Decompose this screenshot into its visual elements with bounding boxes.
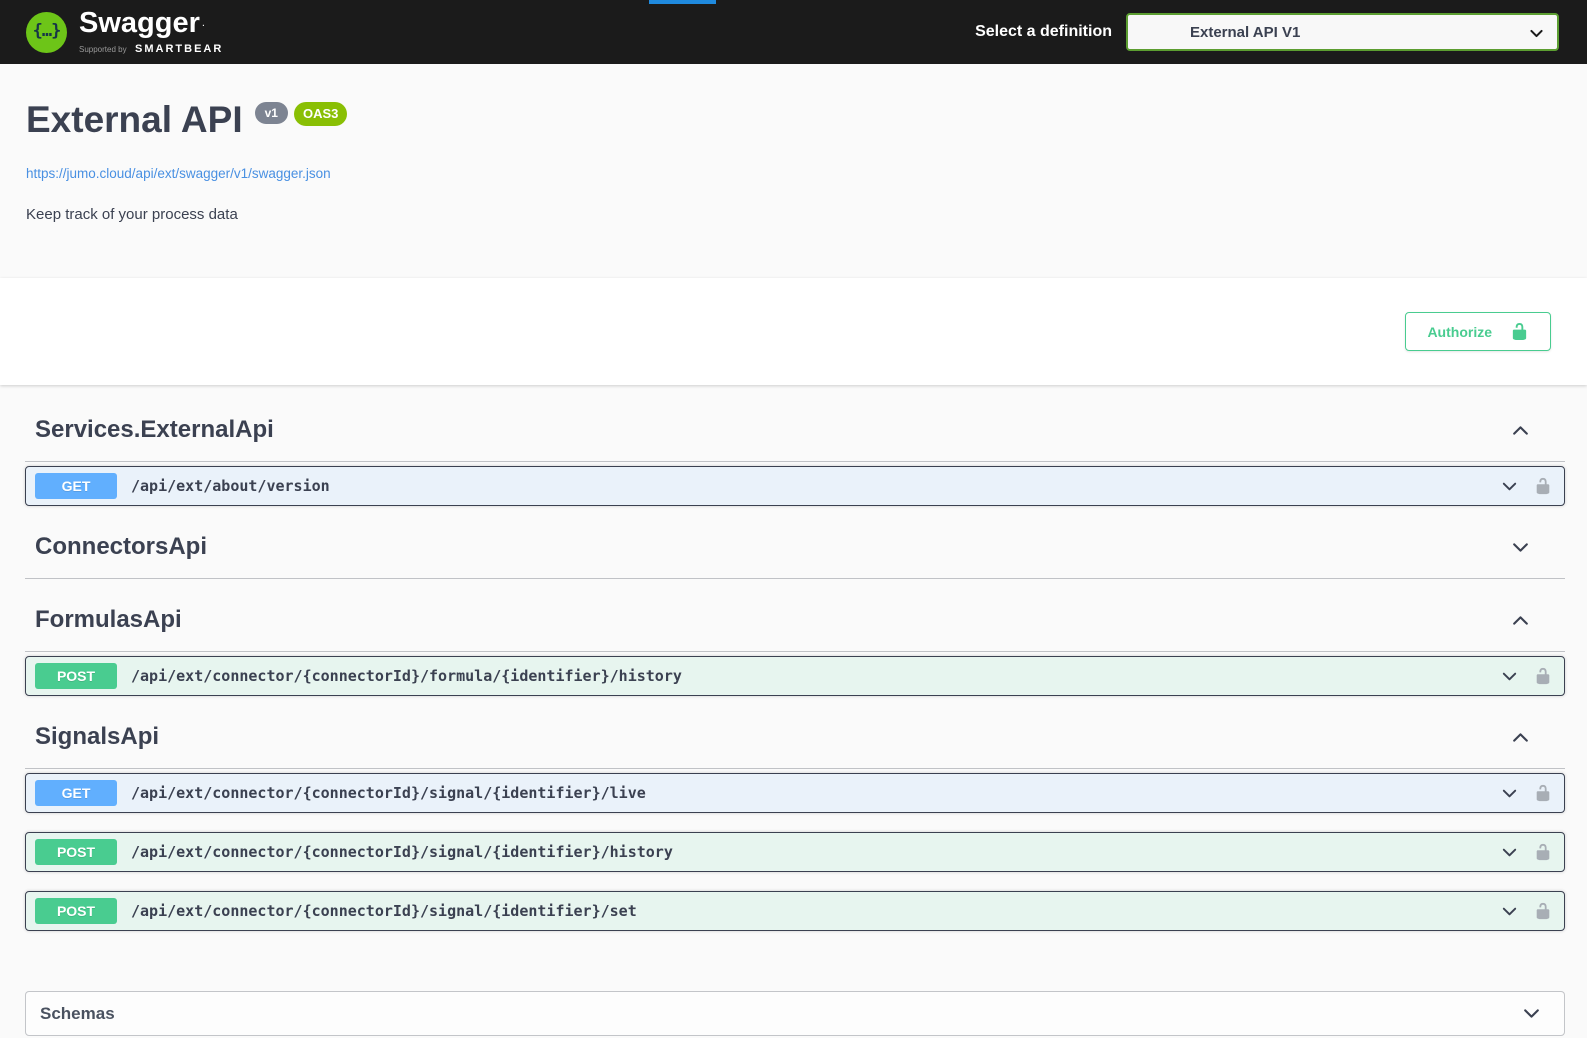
operation-path: /api/ext/about/version — [131, 477, 330, 495]
unlocked-padlock-icon[interactable] — [1534, 477, 1552, 495]
oas3-badge: OAS3 — [294, 102, 347, 126]
chevron-down-icon — [1521, 1003, 1542, 1024]
section-expand-button[interactable] — [1510, 537, 1531, 558]
api-section-header[interactable]: FormulasApi — [25, 593, 1565, 652]
operation-row[interactable]: POST /api/ext/connector/{connectorId}/si… — [25, 832, 1565, 872]
authorize-button-label: Authorize — [1427, 324, 1492, 340]
authorize-button[interactable]: Authorize — [1405, 312, 1551, 351]
chevron-down-icon[interactable] — [1500, 843, 1519, 862]
swagger-logo[interactable]: {…} Swagger. Supported by SMARTBEAR — [26, 8, 223, 57]
version-badge: v1 — [255, 102, 288, 124]
chevron-down-icon — [1510, 537, 1531, 558]
unlocked-padlock-icon[interactable] — [1534, 667, 1552, 685]
operation-path: /api/ext/connector/{connectorId}/signal/… — [131, 843, 673, 861]
chevron-up-icon — [1510, 420, 1531, 441]
page-title: External API — [26, 98, 243, 142]
swagger-logo-icon: {…} — [26, 12, 67, 53]
api-section: Services.ExternalApi GET /api/ext/about/… — [25, 403, 1565, 506]
chevron-down-icon[interactable] — [1500, 667, 1519, 686]
api-description: Keep track of your process data — [26, 206, 1561, 223]
chevron-down-icon[interactable] — [1500, 477, 1519, 496]
method-badge: GET — [35, 780, 117, 806]
api-section: SignalsApi GET /api/ext/connector/{conne… — [25, 710, 1565, 931]
unlocked-padlock-icon[interactable] — [1534, 784, 1552, 802]
method-badge: POST — [35, 663, 117, 689]
api-section: FormulasApi POST /api/ext/connector/{con… — [25, 593, 1565, 696]
operation-path: /api/ext/connector/{connectorId}/formula… — [131, 667, 682, 685]
section-expand-button[interactable] — [1510, 727, 1531, 748]
brand-name: Swagger — [79, 7, 200, 39]
operation-path: /api/ext/connector/{connectorId}/signal/… — [131, 784, 646, 802]
api-section-title: FormulasApi — [35, 605, 182, 635]
operation-row[interactable]: POST /api/ext/connector/{connectorId}/si… — [25, 891, 1565, 931]
top-blue-bar — [649, 0, 716, 4]
chevron-down-icon[interactable] — [1500, 784, 1519, 803]
api-section: ConnectorsApi — [25, 520, 1565, 579]
section-expand-button[interactable] — [1510, 420, 1531, 441]
schemas-section[interactable]: Schemas — [25, 991, 1565, 1036]
api-section-header[interactable]: ConnectorsApi — [25, 520, 1565, 579]
spec-url-link[interactable]: https://jumo.cloud/api/ext/swagger/v1/sw… — [26, 166, 331, 181]
method-badge: GET — [35, 473, 117, 499]
api-info: External API v1 OAS3 https://jumo.cloud/… — [0, 64, 1587, 278]
unlocked-padlock-icon[interactable] — [1534, 902, 1552, 920]
api-section-header[interactable]: SignalsApi — [25, 710, 1565, 769]
api-section-title: Services.ExternalApi — [35, 415, 274, 445]
select-definition-label: Select a definition — [975, 23, 1112, 41]
schemas-expand-button[interactable] — [1521, 1003, 1542, 1024]
api-section-header[interactable]: Services.ExternalApi — [25, 403, 1565, 462]
method-badge: POST — [35, 839, 117, 865]
smartbear-brand: SMARTBEAR — [135, 43, 223, 55]
schemas-title: Schemas — [40, 1004, 115, 1024]
api-section-title: SignalsApi — [35, 722, 159, 752]
unlocked-padlock-icon — [1510, 322, 1529, 341]
operation-path: /api/ext/connector/{connectorId}/signal/… — [131, 902, 637, 920]
unlocked-padlock-icon[interactable] — [1534, 843, 1552, 861]
scheme-container: Authorize — [0, 278, 1587, 385]
operation-row[interactable]: POST /api/ext/connector/{connectorId}/fo… — [25, 656, 1565, 696]
supported-by-label: Supported by — [79, 45, 127, 54]
chevron-up-icon — [1510, 727, 1531, 748]
topbar: {…} Swagger. Supported by SMARTBEAR Sele… — [0, 0, 1587, 64]
definition-select-value: External API V1 — [1128, 24, 1300, 41]
chevron-up-icon — [1510, 610, 1531, 631]
operation-row[interactable]: GET /api/ext/about/version — [25, 466, 1565, 506]
api-section-title: ConnectorsApi — [35, 532, 207, 562]
section-expand-button[interactable] — [1510, 610, 1531, 631]
definition-select[interactable]: External API V1 — [1126, 13, 1559, 51]
brand-trademark: . — [202, 17, 205, 29]
chevron-down-icon[interactable] — [1500, 902, 1519, 921]
method-badge: POST — [35, 898, 117, 924]
chevron-down-icon — [1528, 25, 1545, 42]
operation-row[interactable]: GET /api/ext/connector/{connectorId}/sig… — [25, 773, 1565, 813]
operations-list: Services.ExternalApi GET /api/ext/about/… — [0, 385, 1587, 1036]
